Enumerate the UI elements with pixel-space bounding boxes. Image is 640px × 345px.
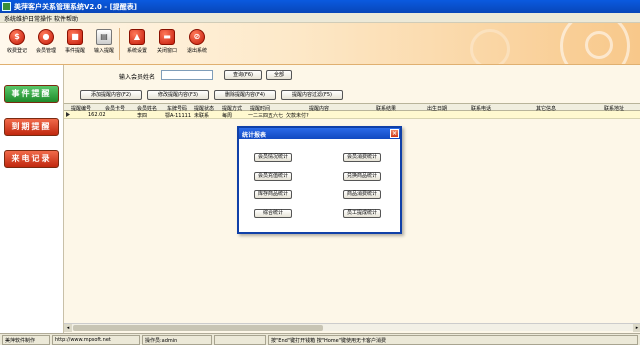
dollar-icon: $ (9, 29, 25, 45)
menu-item-system[interactable]: 系统维护 (4, 14, 28, 23)
table-header: 提醒编号 会员卡号 会员姓名 车牌号码 提醒状态 提醒方式 提醒时间 提醒内容 … (64, 103, 640, 112)
exit-icon: ⊘ (189, 29, 205, 45)
staff-commission-stat-button[interactable]: 员工提成统计 (343, 209, 381, 218)
delete-remind-button[interactable]: 删除提醒内容(F4) (214, 90, 276, 100)
sidebar-item-event-remind[interactable]: 事件提醒 (4, 85, 59, 103)
status-empty (214, 335, 266, 345)
row-selector-icon (66, 112, 70, 117)
toolbar-btn-close-window[interactable]: ▬ 关闭窗口 (154, 26, 180, 62)
window-title: 美萍客户关系管理系统V2.0 - [提醒表] (14, 3, 137, 11)
search-label: 输入会员姓名 (119, 74, 156, 81)
table-cell: 每周 (222, 113, 233, 119)
close-icon[interactable]: × (390, 129, 399, 138)
table-cell: 一二三四五六七 (248, 113, 284, 119)
table-cell: 欠款未付? (286, 113, 309, 119)
toolbar-btn-exit[interactable]: ⊘ 退出系统 (184, 26, 210, 62)
status-bar: 美萍软件制作 http://www.mpsoft.net 操作员:admin 按… (0, 333, 640, 345)
toolbar-btn-input-remind[interactable]: ▤ 输入提醒 (91, 26, 117, 62)
dialog-title-bar: 统计报表 × (239, 128, 400, 139)
table-cell: 李四 (137, 113, 148, 119)
toolbar-btn-settings[interactable]: ▲ 系统设置 (124, 26, 150, 62)
toolbar-btn-event[interactable]: ■ 事件提醒 (62, 26, 88, 62)
exchange-goods-stat-button[interactable]: 兑换商品统计 (343, 172, 381, 181)
add-remind-button[interactable]: 添加提醒内容(F2) (80, 90, 142, 100)
table-cell: 鄂A-11111 (165, 113, 192, 119)
statistics-dialog: 统计报表 × 会员情况统计 会员消费统计 会员充值统计 兑换商品统计 库存商品统… (237, 126, 402, 234)
edit-remind-button[interactable]: 修改提醒内容(F3) (147, 90, 209, 100)
table-row[interactable]: 162.02 李四 鄂A-11111 未联系 每周 一二三四五六七 欠款未付? (64, 111, 640, 119)
toolbar-separator (119, 28, 120, 60)
member-status-stat-button[interactable]: 会员情况统计 (254, 153, 292, 162)
toolbar-btn-label: 会员管理 (35, 48, 56, 54)
dialog-title: 统计报表 (242, 132, 267, 139)
stock-goods-stat-button[interactable]: 库存商品统计 (254, 190, 292, 199)
menu-item-daily[interactable]: 日常操作 (28, 14, 52, 23)
toolbar-btn-label: 关闭窗口 (156, 48, 177, 54)
close-window-icon: ▬ (159, 29, 175, 45)
scroll-left-icon[interactable]: ◂ (64, 324, 72, 332)
toolbar: $ 收费登记 ● 会员管理 ■ 事件提醒 ▤ 输入提醒 ▲ 系统设置 ▬ 关闭窗… (0, 23, 640, 65)
scroll-thumb[interactable] (73, 325, 323, 331)
query-button[interactable]: 查询(F6) (224, 70, 262, 80)
member-consume-stat-button[interactable]: 会员消费统计 (343, 153, 381, 162)
toolbar-btn-label: 系统设置 (126, 48, 147, 54)
status-vendor: 美萍软件制作 (2, 335, 50, 345)
toolbar-btn-member[interactable]: ● 会员管理 (33, 26, 59, 62)
decor-circle (470, 29, 510, 64)
title-bar: 美萍客户关系管理系统V2.0 - [提醒表] (0, 0, 640, 13)
decor-circle (585, 31, 613, 59)
member-name-input[interactable] (161, 70, 213, 80)
toolbar-btn-charge[interactable]: $ 收费登记 (4, 26, 30, 62)
toolbar-btn-label: 输入提醒 (93, 48, 114, 54)
menu-bar: 系统维护 日常操作 软件帮助 (0, 13, 640, 23)
table-cell: 未联系 (194, 113, 210, 119)
table-cell: 162.02 (88, 112, 106, 118)
settings-icon: ▲ (129, 29, 145, 45)
status-hint: 按"End"键打开钱箱 按"Home"键使用无卡客户消费 (268, 335, 638, 345)
toolbar-btn-label: 收费登记 (6, 48, 27, 54)
app-icon (2, 2, 11, 11)
horizontal-scrollbar[interactable]: ◂ ▸ (64, 323, 640, 332)
sidebar-item-expiry-remind[interactable]: 到期提醒 (4, 118, 59, 136)
show-all-button[interactable]: 全部 (266, 70, 292, 80)
overall-stat-button[interactable]: 综合统计 (254, 209, 292, 218)
member-recharge-stat-button[interactable]: 会员充值统计 (254, 172, 292, 181)
filter-remind-button[interactable]: 提醒内容过滤(F5) (281, 90, 343, 100)
menu-item-help[interactable]: 软件帮助 (54, 14, 78, 23)
bell-icon: ■ (67, 29, 83, 45)
sidebar: 事件提醒 到期提醒 来电记录 (0, 65, 63, 333)
toolbar-btn-label: 退出系统 (186, 48, 207, 54)
scroll-right-icon[interactable]: ▸ (633, 324, 640, 332)
toolbar-btn-label: 事件提醒 (64, 48, 85, 54)
status-website: http://www.mpsoft.net (52, 335, 140, 345)
sidebar-item-call-log[interactable]: 来电记录 (4, 150, 59, 168)
goods-consume-stat-button[interactable]: 商品消费统计 (343, 190, 381, 199)
user-icon: ● (38, 29, 54, 45)
status-operator: 操作员:admin (142, 335, 212, 345)
input-icon: ▤ (96, 29, 112, 45)
